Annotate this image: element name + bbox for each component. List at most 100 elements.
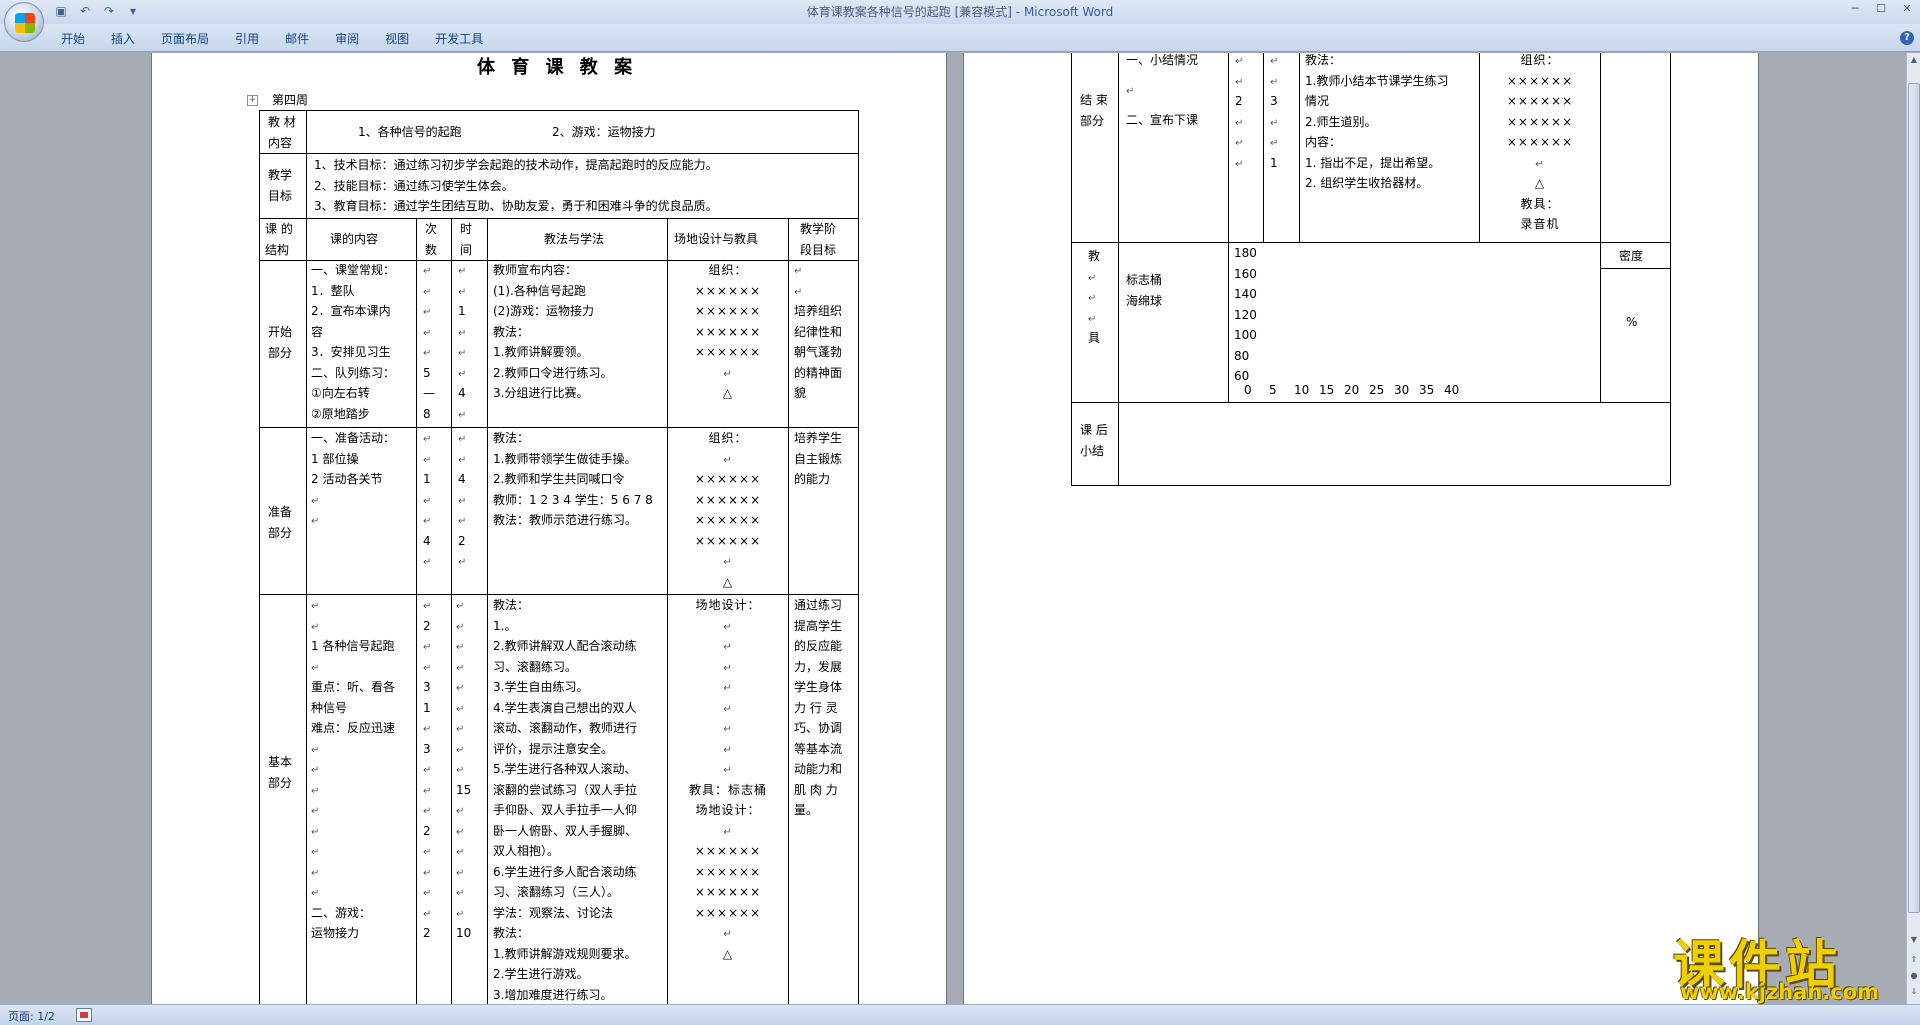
office-button[interactable] [4,2,44,42]
scroll-up-icon[interactable]: ▲ [1908,53,1920,67]
basic-content-line: ↵ [311,739,319,762]
prep-content-line: 2 活动各关节 [311,472,383,486]
close-icon[interactable]: ✕ [1894,0,1920,18]
browse-object-icon[interactable]: ● [1908,969,1920,983]
start-content-line: ①向左右转 [311,386,370,400]
basic-content-line: 种信号 [311,700,348,715]
next-page-icon[interactable]: ⇓ [1908,985,1920,999]
paragraph-mark-icon: ↵ [1235,158,1244,170]
basic-content-line: ↵ [311,595,319,618]
end-method-line: 内容： [1305,135,1342,149]
paragraph-mark-icon: ↵ [423,785,432,797]
maximize-icon[interactable]: ☐ [1868,0,1894,18]
basic-content-line: ↵ [311,780,319,803]
basic-times-cell: ↵ [423,780,431,803]
paragraph-mark-icon: ↵ [794,266,803,277]
section-label-end: 部分 [1080,113,1105,128]
x-axis-tick-label: 35 [1419,383,1435,397]
paragraph-mark-icon: ↵ [456,703,465,715]
ribbon-tab[interactable]: 插入 [98,30,148,47]
basic-goal-line: 力，发展 [794,659,843,674]
scroll-down-icon[interactable]: ▼ [1908,933,1920,947]
minimize-icon[interactable]: ─ [1842,0,1868,18]
basic-method-line: 2.教师讲解双人配合滚动练 [493,639,637,653]
ribbon-tab[interactable]: 页面布局 [148,30,222,47]
ribbon-tab[interactable]: 开发工具 [422,30,496,47]
content-item-1: 1、各种信号的起跑 [358,125,462,139]
scrollbar-thumb[interactable] [1908,83,1920,913]
basic-venue-line: ↵ [672,739,784,762]
vertical-scrollbar[interactable]: ▲ ▼ ⇑ ● ⇓ [1906,53,1920,1004]
ribbon-tab[interactable]: 邮件 [272,30,322,47]
page-2[interactable]: 结 束部分 一、小结情况 ↵ 二、宣布下课 ↵ ↵ 2 ↵ ↵ ↵ ↵ ↵ 3 ↵ ↵ 1 教法： 1.教师小结本… [963,53,1759,1004]
basic-duration-cell: ↵ [456,698,464,721]
page-count-status[interactable]: 页面: 1/2 [8,1008,55,1024]
paragraph-mark-icon: ↵ [423,327,432,339]
basic-duration-cell: ↵ [456,616,464,639]
basic-times-cell: ↵ [423,718,431,741]
basic-method-line: 卧一人俯卧、双人手握脚、 [493,823,638,838]
end-content-line: ↵ [1126,80,1134,103]
title-separator: - [1011,5,1024,19]
app-name: Microsoft Word [1023,5,1114,19]
paragraph-mark-icon: ↵ [311,867,320,879]
column-header-content: 课的内容 [330,232,379,246]
prep-duration-cell: 2 [458,533,466,548]
basic-method-line: 手仰卧、双人手拉手一人仰 [493,803,638,817]
end-content-line: 二、宣布下课 [1126,113,1199,127]
start-duration-cell: ↵ [458,342,466,365]
basic-duration-cell: ↵ [456,759,464,782]
document-workspace[interactable]: 体 育 课 教 案 + 第四周 教 材内容 1、各种信号的起跑 2、游戏：运物接力教… [0,53,1906,1004]
ribbon-tab[interactable]: 视图 [372,30,422,47]
table-rule [1299,53,1300,242]
prep-content-line: 1 部位操 [311,451,359,466]
start-times-cell: ↵ [423,322,431,345]
start-goal-line: ↵ [794,260,802,283]
start-goal-line: 培养组织 [794,304,843,318]
basic-method-line: 1.。 [493,618,517,633]
table-move-handle-icon[interactable]: + [247,95,258,106]
basic-content-line: 运物接力 [311,926,360,940]
basic-method-line: 习、滚翻练习。 [493,659,578,674]
prep-venue-line: ↵ [672,449,784,472]
end-method-line: 情况 [1305,94,1330,108]
start-goal-line: 的精神面 [794,365,843,380]
ribbon-tab[interactable]: 引用 [222,30,272,47]
prep-method-line: 教法：教师示范进行练习。 [493,513,638,527]
basic-times-cell: ↵ [423,882,431,905]
equipment-item: 海绵球 [1126,293,1163,308]
end-venue-line: 录音机 [1520,217,1560,231]
start-times-cell: 5 [423,365,431,380]
paragraph-mark-icon: ↵ [458,454,467,466]
help-icon[interactable]: ? [1900,31,1914,45]
paragraph-mark-icon: ↵ [311,806,320,817]
basic-content-line: ↵ [311,841,319,864]
prep-method-line: 1.教师带领学生做徒手操。 [493,451,637,466]
paragraph-mark-icon: ↵ [456,662,465,674]
start-goal-line: 纪律性和 [794,324,843,339]
ribbon-tab[interactable]: 开始 [48,30,98,47]
proofing-icon[interactable] [76,1008,92,1022]
paragraph-mark-icon: ↵ [456,867,465,879]
table-rule [1071,485,1670,486]
table-rule [858,110,859,1004]
equipment-item: 标志桶 [1126,273,1163,287]
start-method-line: (1).各种信号起跑 [493,283,586,298]
ribbon-tab[interactable]: 审阅 [322,30,372,47]
equipment-label: 具 [1088,331,1101,345]
previous-page-icon[interactable]: ⇑ [1908,953,1920,967]
page-1[interactable]: 体 育 课 教 案 + 第四周 教 材内容 1、各种信号的起跑 2、游戏：运物接力教… [151,53,947,1004]
basic-goal-line: 力 行 灵 [794,700,838,715]
paragraph-mark-icon: ↵ [423,662,432,674]
column-header-times: 数 [425,242,438,257]
window-controls: ─ ☐ ✕ [1842,0,1920,18]
column-header-structure: 结构 [265,242,290,257]
basic-venue-line: ↵ [672,636,784,659]
paragraph-mark-icon: ↵ [456,826,465,838]
basic-content-line: ↵ [311,862,319,885]
column-header-structure: 课 的 [265,222,293,236]
end-venue-line: 教具： [1520,196,1560,211]
basic-times-cell: ↵ [423,841,431,864]
paragraph-mark-icon: ↵ [723,683,733,694]
start-content-line: 二、队列练习： [311,365,396,380]
